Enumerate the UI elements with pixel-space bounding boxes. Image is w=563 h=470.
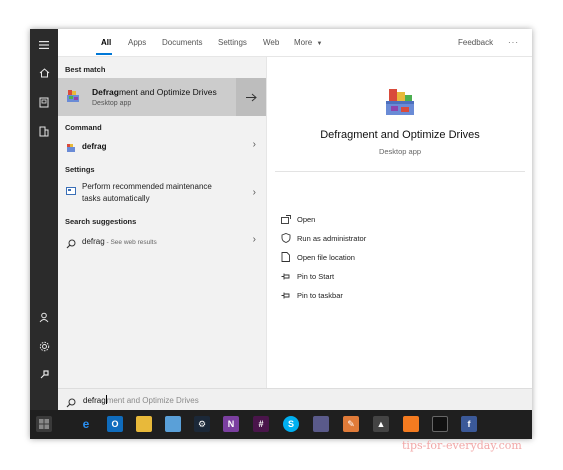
user-icon[interactable] bbox=[34, 307, 54, 327]
search-autocomplete-text: ment and Optimize Drives bbox=[106, 396, 199, 405]
tab-documents[interactable]: Documents bbox=[162, 38, 202, 47]
feedback-hub-icon[interactable] bbox=[34, 364, 54, 384]
settings-item-line1: Perform recommended maintenance bbox=[82, 182, 212, 191]
remote-desktop-icon[interactable] bbox=[313, 416, 329, 432]
pin-icon bbox=[281, 273, 290, 279]
results-pane: Best match Defragment and Optimize Drive… bbox=[58, 57, 266, 388]
best-match-heading: Best match bbox=[65, 65, 106, 74]
chevron-right-icon: › bbox=[252, 139, 256, 150]
search-suggestions-heading: Search suggestions bbox=[65, 217, 137, 226]
open-icon bbox=[281, 214, 291, 224]
onenote-icon[interactable]: N bbox=[223, 416, 239, 432]
detail-title: Defragment and Optimize Drives bbox=[320, 129, 480, 141]
outlook-icon[interactable]: O bbox=[107, 416, 123, 432]
action-pin-to-taskbar-label: Pin to taskbar bbox=[297, 290, 343, 300]
file-location-icon bbox=[281, 252, 290, 262]
left-rail bbox=[30, 29, 58, 410]
detail-subtitle: Desktop app bbox=[378, 147, 422, 156]
command-item[interactable]: defrag › bbox=[58, 137, 266, 155]
sublime-icon[interactable] bbox=[403, 416, 419, 432]
skype-icon[interactable]: S bbox=[283, 416, 299, 432]
tab-settings[interactable]: Settings bbox=[218, 38, 247, 47]
action-open[interactable]: Open bbox=[281, 212, 315, 226]
settings-item-line2: tasks automatically bbox=[82, 194, 150, 203]
hamburger-menu-icon[interactable] bbox=[34, 35, 54, 55]
suggestion-term: defrag bbox=[82, 237, 105, 246]
search-typed-text: defrag bbox=[83, 396, 106, 405]
active-tab-indicator bbox=[96, 53, 112, 55]
best-match-item[interactable]: Defragment and Optimize Drives Desktop a… bbox=[58, 78, 266, 116]
edge-icon[interactable]: e bbox=[78, 416, 94, 432]
suggestion-hint: - See web results bbox=[104, 239, 157, 246]
defrag-app-icon bbox=[65, 88, 81, 109]
feedback-link[interactable]: Feedback bbox=[458, 38, 493, 47]
action-run-as-admin-label: Run as administrator bbox=[297, 233, 367, 243]
documents-icon[interactable] bbox=[34, 92, 54, 112]
best-match-title-rest: ment and Optimize Drives bbox=[118, 87, 217, 97]
tab-more-label: More bbox=[294, 38, 313, 47]
slack-icon[interactable]: # bbox=[253, 416, 269, 432]
file-explorer-icon[interactable] bbox=[136, 416, 152, 432]
command-label: defrag bbox=[82, 142, 107, 151]
settings-heading: Settings bbox=[65, 165, 95, 174]
windows-logo-icon bbox=[39, 419, 49, 429]
tab-more[interactable]: More ▼ bbox=[294, 38, 322, 47]
gear-icon[interactable] bbox=[34, 336, 54, 356]
start-button[interactable] bbox=[36, 416, 52, 432]
building-icon[interactable] bbox=[34, 121, 54, 141]
mountain-app-icon[interactable]: ▲ bbox=[373, 416, 389, 432]
tab-web[interactable]: Web bbox=[263, 38, 279, 47]
settings-item[interactable]: Perform recommended maintenance tasks au… bbox=[58, 179, 266, 209]
defrag-command-icon bbox=[66, 140, 76, 158]
chevron-right-icon: › bbox=[252, 187, 256, 198]
action-pin-to-start-label: Pin to Start bbox=[297, 271, 335, 281]
best-match-subtitle: Desktop app bbox=[92, 100, 132, 107]
best-match-title-match: Defrag bbox=[92, 87, 119, 97]
start-search-window: All Apps Documents Settings Web More ▼ F… bbox=[30, 29, 532, 439]
facebook-icon[interactable]: f bbox=[461, 416, 477, 432]
terminal-icon[interactable] bbox=[432, 416, 448, 432]
maintenance-icon bbox=[66, 182, 76, 200]
tab-apps[interactable]: Apps bbox=[128, 38, 146, 47]
detail-pane: Defragment and Optimize Drives Desktop a… bbox=[266, 57, 532, 388]
home-icon[interactable] bbox=[34, 63, 54, 83]
tab-bar: All Apps Documents Settings Web More ▼ F… bbox=[58, 29, 532, 57]
watermark: tips-for-everyday.com bbox=[402, 439, 522, 452]
pin-icon bbox=[281, 292, 290, 298]
divider bbox=[275, 171, 525, 172]
defrag-app-large-icon bbox=[383, 85, 417, 124]
open-details-button[interactable] bbox=[236, 78, 266, 116]
action-pin-to-start[interactable]: Pin to Start bbox=[281, 269, 334, 283]
tab-all[interactable]: All bbox=[101, 38, 111, 47]
shield-icon bbox=[281, 233, 291, 243]
command-heading: Command bbox=[65, 123, 102, 132]
steam-icon[interactable]: ⚙ bbox=[194, 416, 210, 432]
search-input[interactable]: defragment and Optimize Drives bbox=[83, 395, 199, 405]
action-open-label: Open bbox=[297, 214, 316, 224]
photos-icon[interactable] bbox=[165, 416, 181, 432]
search-box[interactable]: defragment and Optimize Drives bbox=[58, 388, 532, 410]
best-match-title: Defragment and Optimize Drives bbox=[92, 87, 217, 97]
action-pin-to-taskbar[interactable]: Pin to taskbar bbox=[281, 288, 343, 302]
more-options-icon[interactable]: ··· bbox=[508, 38, 519, 47]
action-open-file-location-label: Open file location bbox=[297, 252, 355, 262]
web-suggestion-item[interactable]: defrag - See web results › bbox=[58, 232, 266, 250]
action-open-file-location[interactable]: Open file location bbox=[281, 250, 355, 264]
taskbar: e O ⚙ N # S ✎ ▲ f bbox=[30, 410, 532, 439]
chevron-right-icon: › bbox=[252, 234, 256, 245]
pencil-app-icon[interactable]: ✎ bbox=[343, 416, 359, 432]
arrow-right-icon bbox=[245, 93, 257, 101]
caret-down-icon: ▼ bbox=[316, 41, 323, 47]
search-icon bbox=[66, 236, 76, 254]
suggestion-text: defrag - See web results bbox=[82, 236, 157, 248]
action-run-as-admin[interactable]: Run as administrator bbox=[281, 231, 366, 245]
